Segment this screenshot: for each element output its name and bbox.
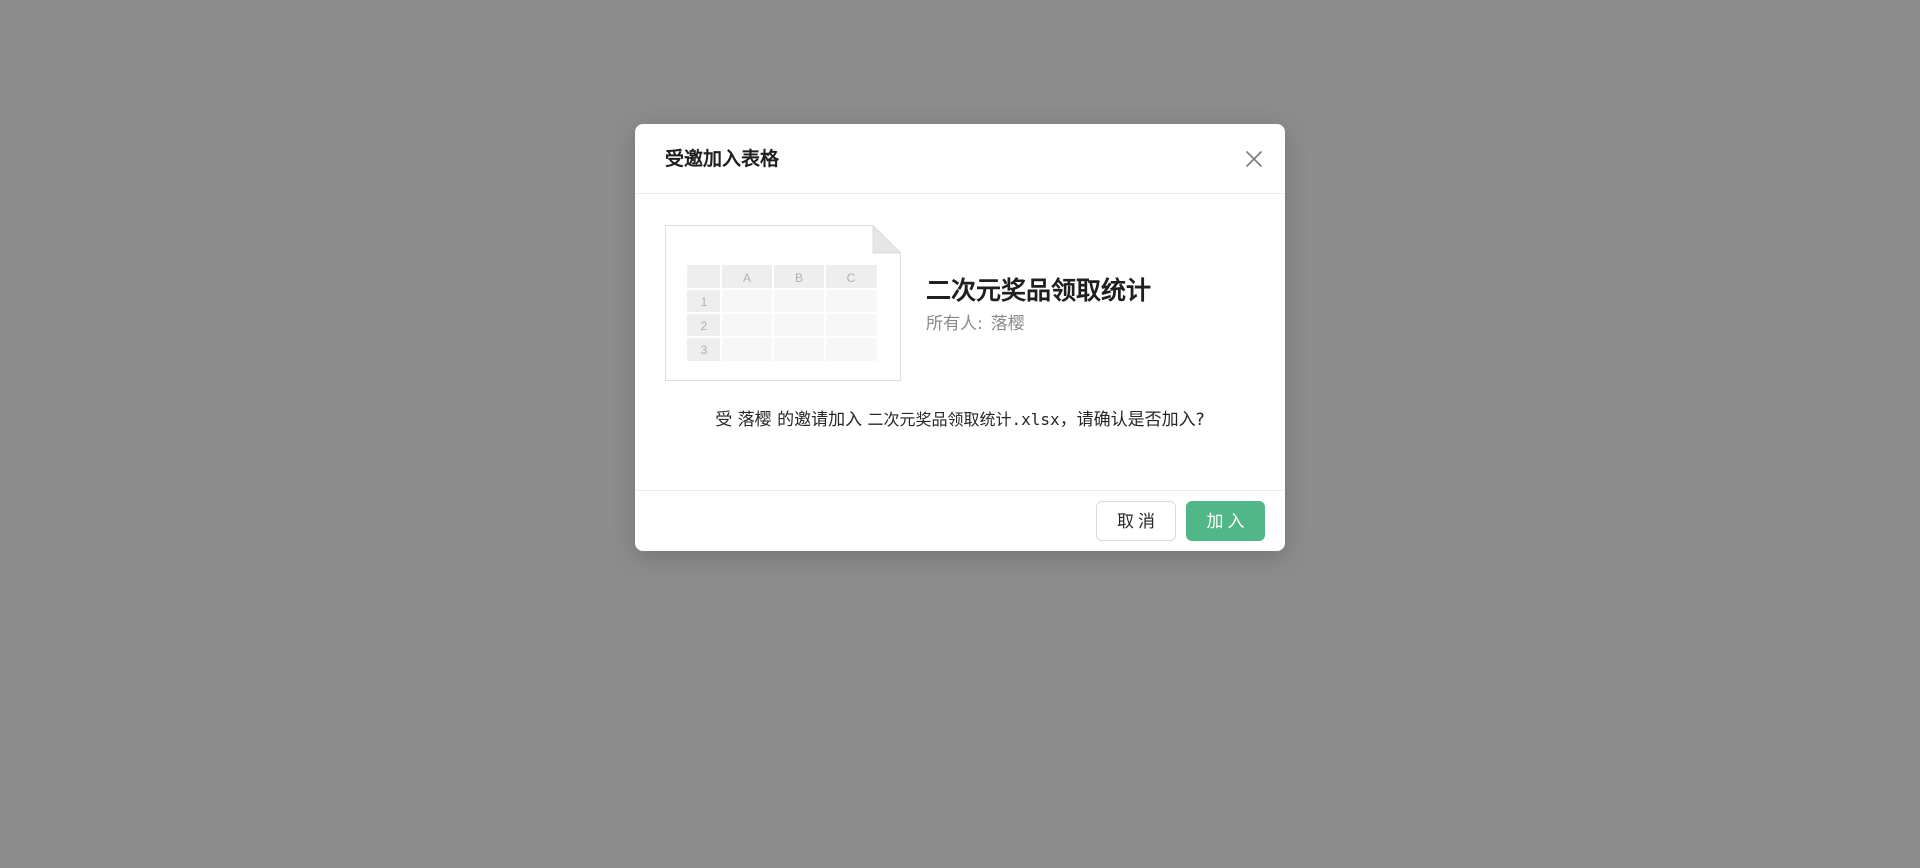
dialog-title: 受邀加入表格: [665, 148, 780, 170]
owner-label: 所有人:: [926, 314, 983, 334]
message-prefix: 受: [715, 410, 738, 430]
thumb-row-1: 1: [701, 295, 708, 309]
dialog-footer: 取消 加入: [635, 490, 1285, 551]
message-suffix: ，请确认是否加入?: [1059, 410, 1205, 430]
thumb-col-a: A: [743, 271, 751, 285]
message-inviter: 落樱: [737, 410, 772, 430]
file-name: 二次元奖品领取统计: [926, 276, 1152, 305]
close-button[interactable]: [1239, 144, 1269, 174]
message-filename-base: 二次元奖品领取统计: [867, 410, 1012, 429]
join-button[interactable]: 加入: [1186, 501, 1265, 541]
owner-name: 落樱: [990, 314, 1025, 334]
thumb-row-2: 2: [701, 319, 708, 333]
dialog-header: 受邀加入表格: [635, 124, 1285, 194]
close-icon: [1246, 151, 1262, 167]
spreadsheet-thumbnail: A B C 1 2 3: [665, 224, 902, 381]
invite-message: 受 落樱 的邀请加入 二次元奖品领取统计.xlsx，请确认是否加入?: [635, 408, 1285, 432]
invite-dialog: 受邀加入表格 A B C 1 2 3 二次元奖品领取统计 所有人: 落樱 受 落…: [635, 124, 1285, 551]
thumb-row-3: 3: [701, 343, 708, 357]
message-filename-ext: .xlsx: [1011, 410, 1060, 429]
spreadsheet-file-icon: A B C 1 2 3: [665, 224, 902, 381]
thumb-col-c: C: [847, 271, 856, 285]
cancel-button[interactable]: 取消: [1096, 501, 1176, 541]
message-middle: 的邀请加入: [771, 410, 868, 430]
file-owner: 所有人: 落樱: [926, 313, 1025, 335]
message-filename: 二次元奖品领取统计.xlsx: [868, 410, 1060, 429]
thumb-col-b: B: [795, 271, 803, 285]
